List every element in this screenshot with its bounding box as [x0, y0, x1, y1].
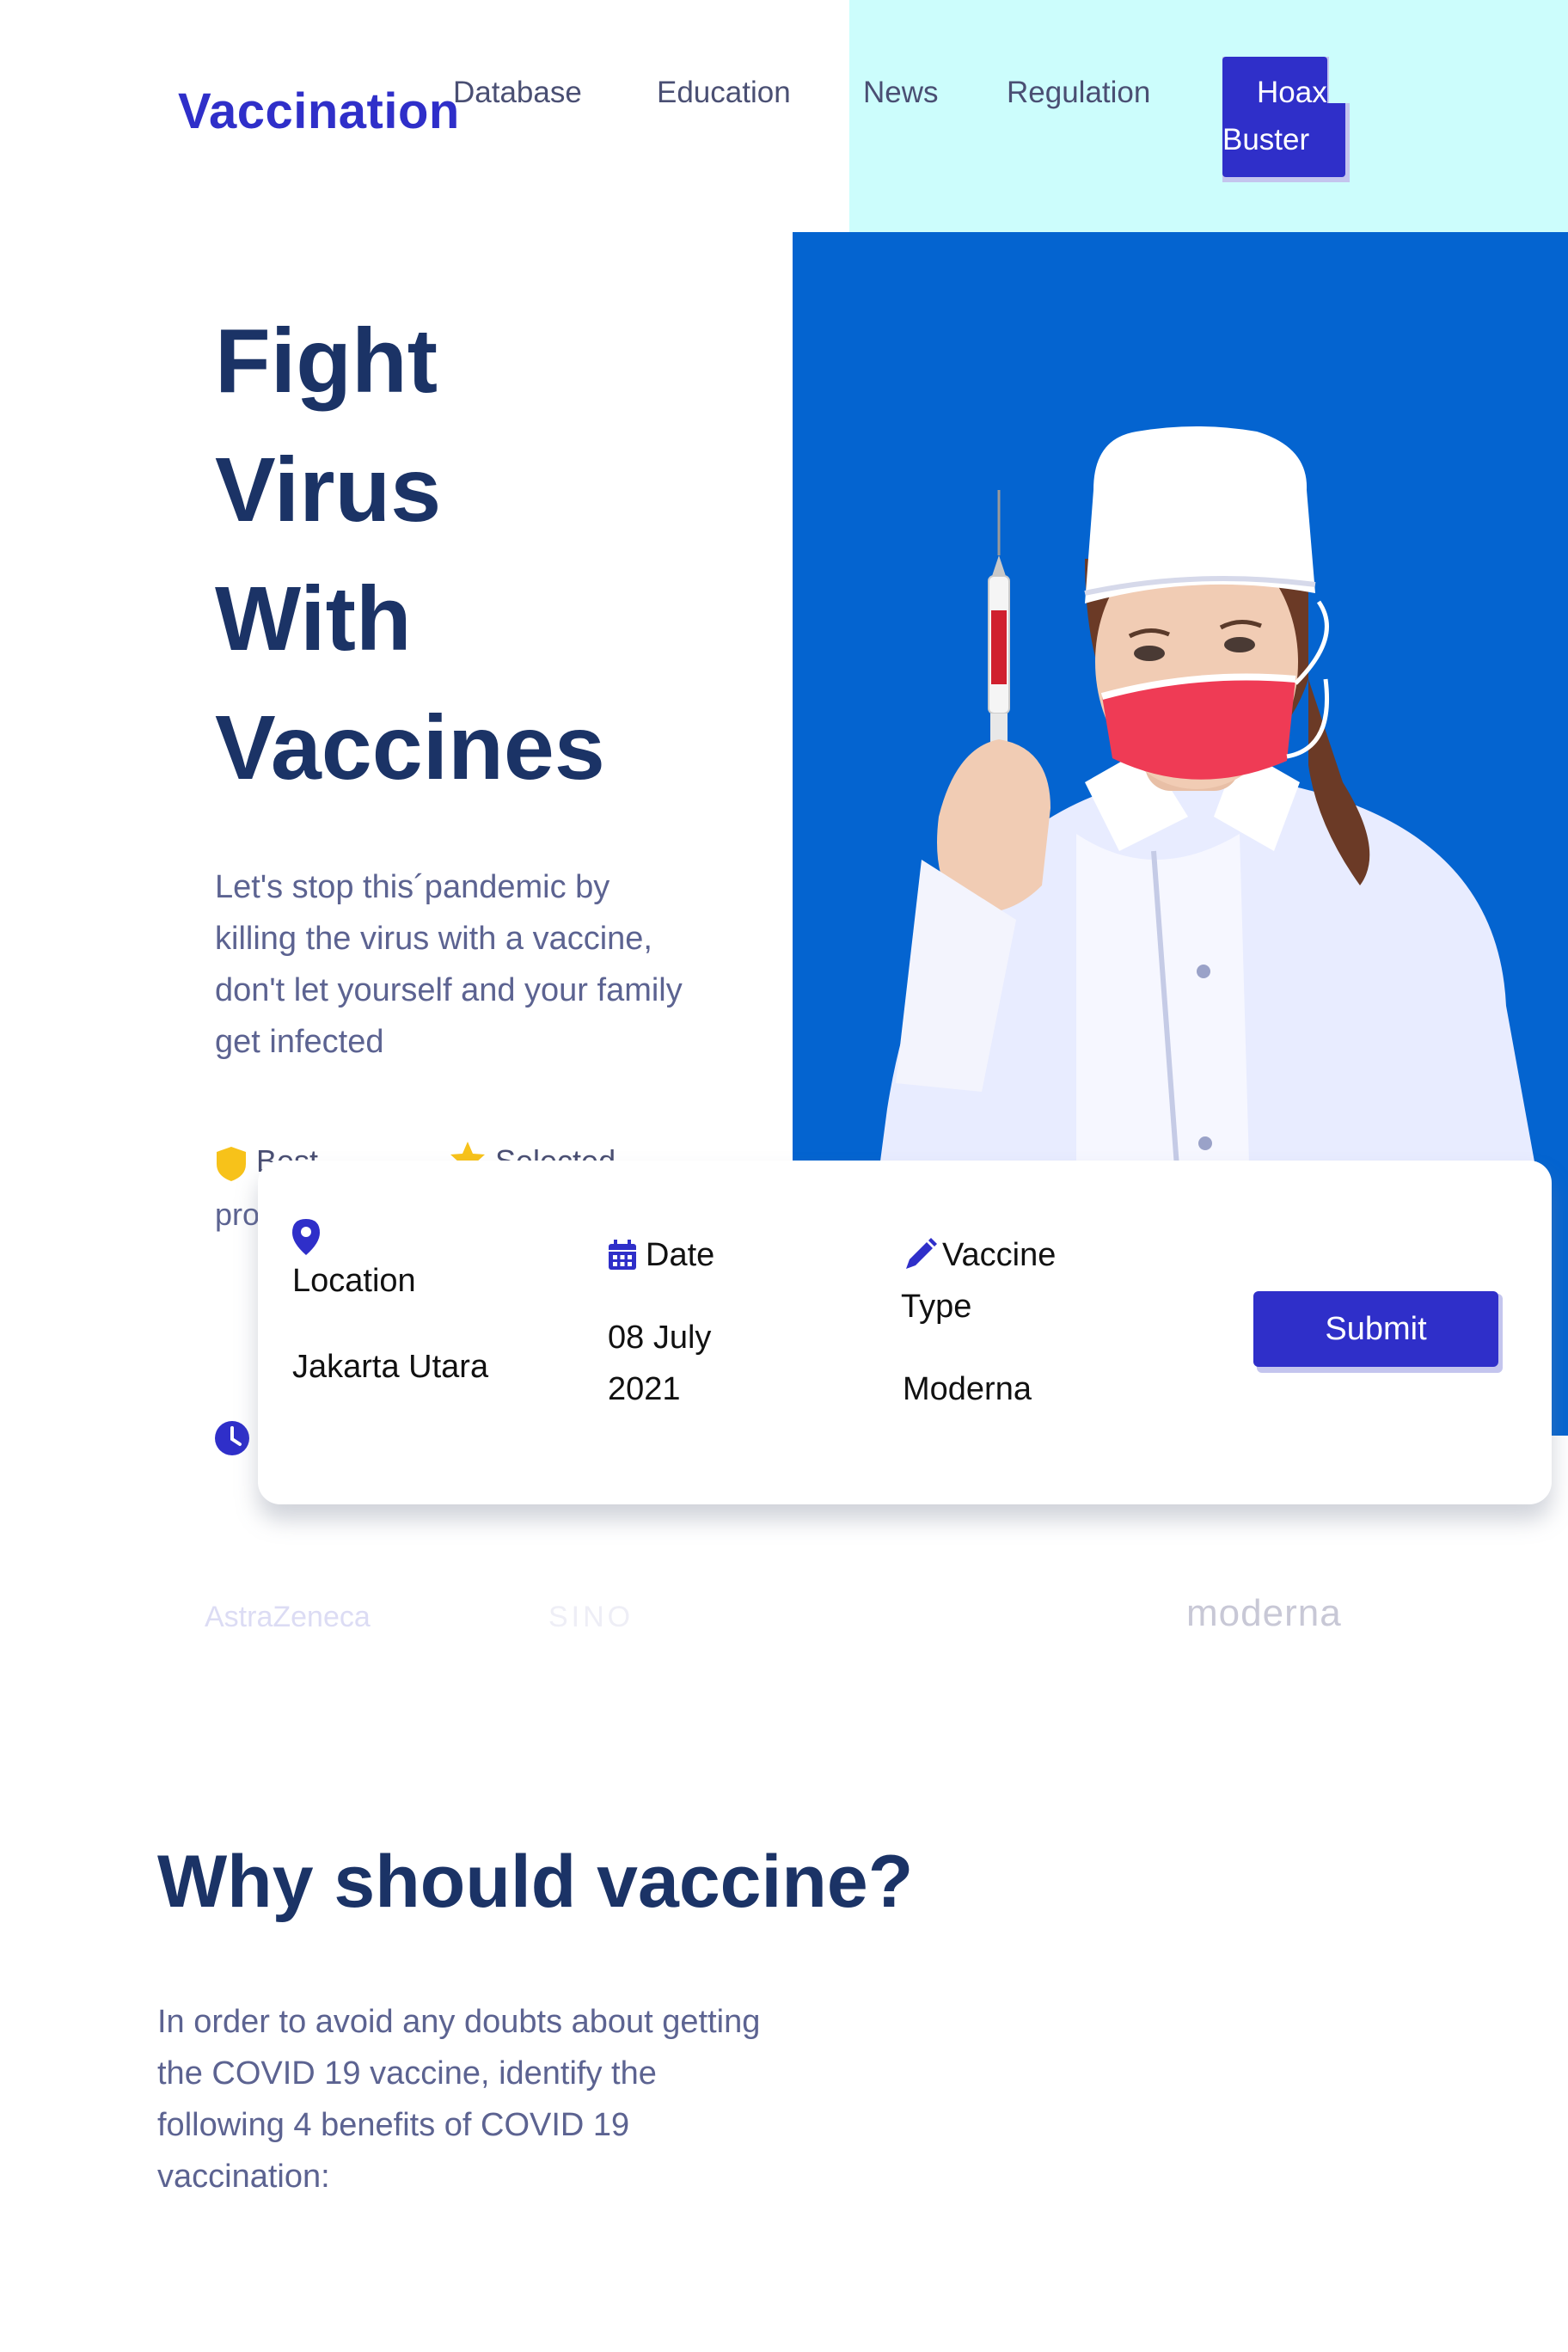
hoax-button-label-line1: Hoax: [1257, 76, 1327, 109]
hero-title: Fight Virus With Vaccines: [215, 297, 817, 812]
vaccine-type-value: Moderna: [903, 1371, 1032, 1407]
brand-logo-astrazeneca: AstraZeneca: [205, 1601, 371, 1633]
hoax-button-label-line2: Buster: [1222, 123, 1310, 156]
hero-title-line: Virus: [215, 439, 442, 541]
shield-icon: [217, 1147, 246, 1181]
brand-logo-moderna: moderna: [1186, 1592, 1342, 1634]
feature-label-continuation: pro: [215, 1197, 260, 1232]
nav-link-database[interactable]: Database: [453, 76, 582, 110]
date-field[interactable]: Date 08 July 2021: [608, 1229, 848, 1415]
date-label: Date: [646, 1237, 715, 1273]
hero-title-line: With: [215, 568, 412, 670]
submit-button[interactable]: Submit: [1253, 1291, 1498, 1367]
header-accent-panel: [849, 0, 1568, 232]
booking-card: Location Jakarta Utara Date 08 July 2021: [258, 1161, 1552, 1504]
why-section-description: In order to avoid any doubts about getti…: [157, 2004, 761, 2195]
brand-logo-sino: SINO: [548, 1601, 634, 1633]
hero-title-line: Vaccines: [215, 697, 605, 799]
hero-description: Let's stop this´pandemic by killing the …: [215, 869, 683, 1060]
location-label: Location: [292, 1263, 416, 1299]
nav-link-regulation[interactable]: Regulation: [1007, 76, 1150, 110]
vaccine-type-field[interactable]: Vaccine Type Moderna: [901, 1229, 1161, 1415]
location-value: Jakarta Utara: [292, 1349, 489, 1385]
why-section-title: Why should vaccine?: [157, 1841, 914, 1923]
location-field[interactable]: Location Jakarta Utara: [292, 1219, 533, 1393]
logo[interactable]: Vaccination: [178, 83, 460, 140]
hero-title-line: Fight: [215, 310, 438, 412]
clock-icon: [215, 1421, 249, 1455]
calendar-icon: [609, 1240, 636, 1270]
map-pin-icon: [292, 1219, 320, 1255]
nav-link-news[interactable]: News: [863, 76, 939, 110]
date-value: 08 July 2021: [608, 1320, 712, 1407]
hoax-buster-button[interactable]: Hoax Buster: [1222, 76, 1351, 179]
nav-link-education[interactable]: Education: [657, 76, 791, 110]
vaccine-type-label: Vaccine Type: [901, 1237, 1057, 1325]
